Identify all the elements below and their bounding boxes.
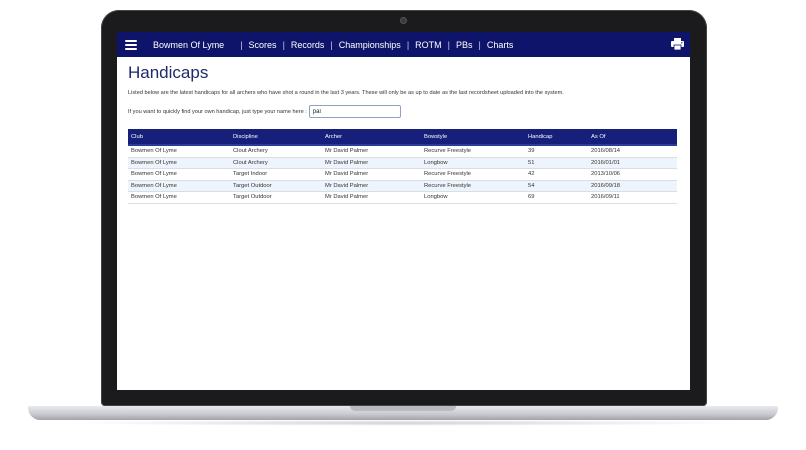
printer-icon[interactable] <box>671 38 684 50</box>
cell-club: Bowmen Of Lyme <box>128 168 230 181</box>
table-row: Bowmen Of Lyme Target Outdoor Mr David P… <box>128 191 677 204</box>
top-nav: Bowmen Of Lyme | Scores | Records | Champio… <box>117 32 690 57</box>
handicaps-table: Club Discipline Archer Bowstyle Handicap… <box>128 129 677 204</box>
nav-separator: | <box>240 39 243 50</box>
search-label: If you want to quickly find your own han… <box>128 108 307 115</box>
camera-icon <box>401 18 406 23</box>
cell-discipline: Target Outdoor <box>230 180 322 192</box>
cell-handicap: 54 <box>525 180 588 192</box>
nav-item-records: | Records <box>277 40 325 50</box>
cell-as-of: 2016/08/14 <box>588 145 677 158</box>
nav-separator: | <box>330 39 333 50</box>
nav-item-scores: | Scores <box>234 40 276 50</box>
search-row: If you want to quickly find your own han… <box>128 105 678 118</box>
nav-separator: | <box>282 39 285 50</box>
cell-bowstyle: Longbow <box>421 157 525 169</box>
nav-item-charts: | Charts <box>473 40 514 50</box>
menu-bar <box>125 47 137 50</box>
column-header-as-of[interactable]: As Of <box>588 129 677 146</box>
cell-handicap: 39 <box>525 145 588 158</box>
cell-archer: Mr David Palmer <box>322 168 421 181</box>
cell-discipline: Target Outdoor <box>230 191 322 204</box>
cell-as-of: 2013/10/06 <box>588 168 677 181</box>
nav-item-pbs: | PBs <box>442 40 473 50</box>
menu-bar <box>125 43 137 46</box>
cell-handicap: 42 <box>525 168 588 181</box>
menu-bar <box>125 39 137 42</box>
cell-archer: Mr David Palmer <box>322 157 421 169</box>
column-header-bowstyle[interactable]: Bowstyle <box>421 129 525 146</box>
cell-archer: Mr David Palmer <box>322 180 421 192</box>
nav-link-rotm[interactable]: ROTM <box>415 40 442 50</box>
cell-bowstyle: Recurve Freestyle <box>421 145 525 158</box>
cell-club: Bowmen Of Lyme <box>128 145 230 158</box>
nav-link-pbs[interactable]: PBs <box>456 40 473 50</box>
table-row: Bowmen Of Lyme Clout Archery Mr David Pa… <box>128 145 677 158</box>
laptop-base-notch <box>350 406 456 411</box>
cell-as-of: 2016/09/18 <box>588 180 677 192</box>
table-row: Bowmen Of Lyme Target Indoor Mr David Pa… <box>128 168 677 181</box>
cell-discipline: Target Indoor <box>230 168 322 181</box>
cell-discipline: Clout Archery <box>230 145 322 158</box>
cell-bowstyle: Recurve Freestyle <box>421 168 525 181</box>
cell-archer: Mr David Palmer <box>322 191 421 204</box>
main-content: Handicaps Listed below are the latest ha… <box>128 63 678 118</box>
column-header-handicap[interactable]: Handicap <box>525 129 588 146</box>
column-header-archer[interactable]: Archer <box>322 129 421 146</box>
cell-bowstyle: Longbow <box>421 191 525 204</box>
page-title: Handicaps <box>128 63 209 82</box>
screen: Bowmen Of Lyme | Scores | Records | Champio… <box>117 32 690 390</box>
nav-link-charts[interactable]: Charts <box>487 40 514 50</box>
cell-club: Bowmen Of Lyme <box>128 157 230 169</box>
table-row: Bowmen Of Lyme Clout Archery Mr David Pa… <box>128 157 677 169</box>
cell-handicap: 69 <box>525 191 588 204</box>
nav-separator: | <box>478 39 481 50</box>
nav-link-championships[interactable]: Championships <box>339 40 401 50</box>
cell-handicap: 51 <box>525 157 588 169</box>
cell-archer: Mr David Palmer <box>322 145 421 158</box>
name-search-input[interactable] <box>308 105 401 118</box>
brand-link[interactable]: Bowmen Of Lyme <box>153 40 224 50</box>
nav-item-rotm: | ROTM <box>401 40 442 50</box>
laptop-shadow <box>60 420 746 426</box>
column-header-discipline[interactable]: Discipline <box>230 129 322 146</box>
column-header-club[interactable]: Club <box>128 129 230 146</box>
cell-discipline: Clout Archery <box>230 157 322 169</box>
nav-item-championships: | Championships <box>324 40 400 50</box>
cell-club: Bowmen Of Lyme <box>128 180 230 192</box>
hamburger-menu-icon[interactable] <box>125 39 137 50</box>
nav-link-scores[interactable]: Scores <box>249 40 277 50</box>
nav-separator: | <box>447 39 450 50</box>
cell-as-of: 2016/09/11 <box>588 191 677 204</box>
cell-as-of: 2016/01/01 <box>588 157 677 169</box>
cell-club: Bowmen Of Lyme <box>128 191 230 204</box>
nav-separator: | <box>406 39 410 50</box>
page-description: Listed below are the latest handicaps fo… <box>128 90 564 96</box>
table-header-row: Club Discipline Archer Bowstyle Handicap… <box>128 129 677 146</box>
cell-bowstyle: Recurve Freestyle <box>421 180 525 192</box>
nav-link-records[interactable]: Records <box>291 40 325 50</box>
table-row: Bowmen Of Lyme Target Outdoor Mr David P… <box>128 180 677 192</box>
